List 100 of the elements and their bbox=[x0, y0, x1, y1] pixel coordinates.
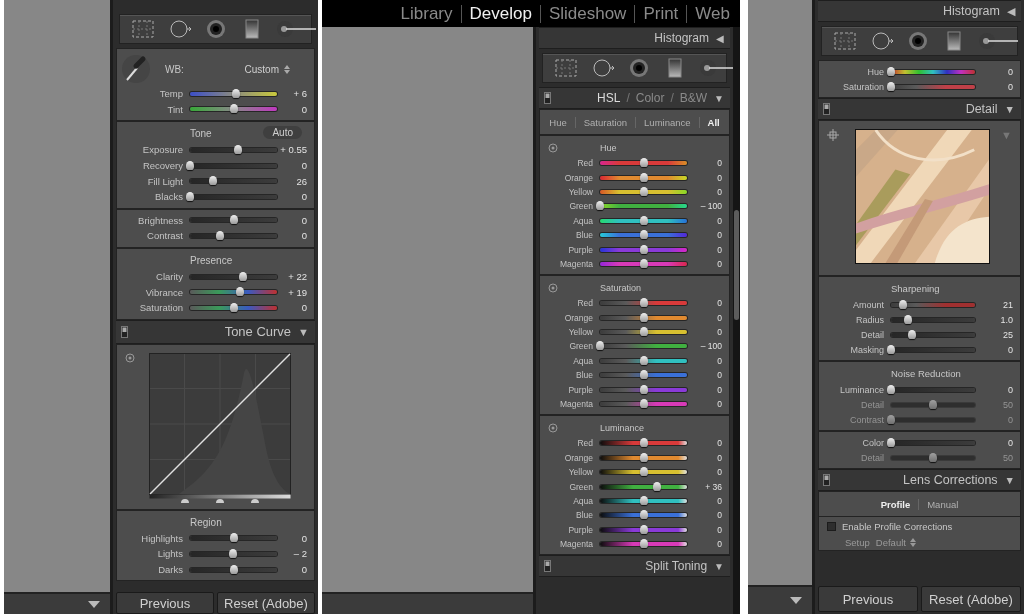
slider-thumb[interactable] bbox=[229, 215, 238, 225]
updown-arrows-icon[interactable] bbox=[284, 64, 290, 74]
slider-thumb[interactable] bbox=[639, 215, 648, 225]
panel-tab[interactable]: Manual bbox=[918, 498, 967, 510]
slider-thumb[interactable] bbox=[229, 104, 238, 114]
slider-thumb[interactable] bbox=[232, 88, 241, 98]
panel-tab[interactable]: B&W bbox=[679, 91, 708, 105]
eye-icon[interactable] bbox=[204, 17, 228, 41]
slider-thumb[interactable] bbox=[596, 341, 604, 351]
slider-thumb[interactable] bbox=[639, 186, 648, 196]
slider-thumb[interactable] bbox=[887, 66, 895, 76]
slider-value: 25 bbox=[1003, 329, 1014, 340]
slider-thumb[interactable] bbox=[903, 314, 912, 324]
tone-curve-drawing[interactable] bbox=[149, 352, 291, 505]
panel-button[interactable]: Reset (Adobe) bbox=[217, 592, 315, 614]
panel-button[interactable]: Reset (Adobe) bbox=[921, 586, 1021, 612]
panel-switch-icon[interactable] bbox=[823, 474, 830, 486]
module-link[interactable]: Slideshow bbox=[539, 4, 635, 23]
slider-thumb[interactable] bbox=[186, 191, 194, 201]
slider-thumb[interactable] bbox=[639, 172, 648, 182]
module-link[interactable]: Web bbox=[686, 4, 738, 23]
panel-tab[interactable]: HSL bbox=[597, 91, 621, 105]
module-link[interactable]: Develop bbox=[460, 4, 540, 23]
slider-thumb[interactable] bbox=[639, 355, 648, 365]
circle-arrow-icon[interactable] bbox=[168, 17, 192, 41]
slider-thumb[interactable] bbox=[639, 467, 648, 477]
eyedropper-icon[interactable] bbox=[121, 54, 151, 84]
slider-thumb[interactable] bbox=[228, 548, 237, 558]
panel-tab[interactable]: Hue bbox=[541, 116, 575, 128]
target-icon[interactable] bbox=[548, 282, 558, 293]
auto-button[interactable]: Auto bbox=[263, 126, 302, 140]
panel-tab[interactable]: Luminance bbox=[635, 116, 699, 128]
target-icon[interactable] bbox=[548, 422, 558, 433]
slider-thumb[interactable] bbox=[233, 145, 242, 154]
slider-thumb[interactable] bbox=[235, 287, 244, 297]
slider-thumb[interactable] bbox=[639, 399, 648, 409]
crosshair-icon[interactable] bbox=[827, 129, 839, 141]
slider-thumb[interactable] bbox=[898, 299, 907, 309]
slider-thumb[interactable] bbox=[887, 384, 895, 394]
collapse-arrow[interactable]: ▼ bbox=[1004, 474, 1015, 486]
slider-thumb[interactable] bbox=[908, 329, 916, 339]
caret-icon[interactable] bbox=[790, 597, 802, 604]
panel-tab[interactable]: All bbox=[698, 116, 728, 128]
slider-thumb[interactable] bbox=[653, 481, 662, 491]
slider-label: Green bbox=[569, 201, 594, 212]
module-link[interactable]: Library bbox=[392, 4, 461, 23]
slider-thumb[interactable] bbox=[208, 176, 217, 186]
slider-thumb[interactable] bbox=[216, 230, 225, 240]
slider-thumb[interactable] bbox=[639, 298, 648, 308]
slider-thumb[interactable] bbox=[239, 271, 248, 281]
circle-arrow-icon[interactable] bbox=[870, 29, 894, 53]
panel-switch-icon[interactable] bbox=[823, 103, 830, 115]
panel-tab[interactable]: Saturation bbox=[574, 116, 636, 128]
eye-icon[interactable] bbox=[627, 56, 651, 80]
panel-button[interactable]: Previous bbox=[818, 586, 918, 612]
slider-thumb[interactable] bbox=[229, 533, 238, 543]
collapse-arrow[interactable]: ◀ bbox=[716, 32, 724, 44]
slider-thumb[interactable] bbox=[596, 201, 604, 211]
slider-thumb[interactable] bbox=[639, 452, 648, 462]
scrollbar-thumb[interactable] bbox=[734, 210, 739, 320]
circle-arrow-icon[interactable] bbox=[591, 56, 615, 80]
checkbox[interactable] bbox=[827, 521, 836, 531]
collapse-arrow[interactable]: ▼ bbox=[714, 560, 724, 572]
slider-value: 0 bbox=[1008, 81, 1014, 92]
slider-thumb[interactable] bbox=[639, 258, 648, 268]
slider-thumb[interactable] bbox=[639, 244, 648, 254]
slider-thumb[interactable] bbox=[639, 384, 648, 394]
slider-thumb[interactable] bbox=[229, 302, 238, 312]
eye-icon[interactable] bbox=[906, 29, 930, 53]
slider-thumb[interactable] bbox=[639, 158, 648, 168]
slider-thumb[interactable] bbox=[639, 370, 648, 380]
slider-thumb[interactable] bbox=[639, 438, 648, 448]
slider-thumb[interactable] bbox=[639, 524, 648, 534]
target-icon[interactable] bbox=[125, 352, 135, 363]
wb-dropdown[interactable]: Custom bbox=[238, 62, 296, 76]
slider-thumb[interactable] bbox=[229, 564, 238, 574]
collapse-arrow[interactable]: ▼ bbox=[714, 92, 724, 104]
panel-switch-icon[interactable] bbox=[121, 325, 128, 338]
panel-switch-icon[interactable] bbox=[544, 560, 551, 573]
slider-thumb[interactable] bbox=[639, 496, 648, 505]
panel-tab[interactable]: Color bbox=[635, 91, 665, 105]
panel-switch-icon[interactable] bbox=[544, 92, 551, 104]
caret-icon[interactable] bbox=[88, 600, 100, 608]
slider-thumb[interactable] bbox=[887, 437, 895, 447]
updown-arrows-icon[interactable] bbox=[909, 538, 916, 547]
collapse-arrow[interactable]: ▼ bbox=[1004, 103, 1015, 115]
slider-thumb[interactable] bbox=[639, 312, 648, 322]
slider-thumb[interactable] bbox=[639, 539, 648, 549]
slider-thumb[interactable] bbox=[887, 81, 895, 91]
collapse-arrow[interactable]: ▼ bbox=[298, 325, 309, 338]
slider-thumb[interactable] bbox=[887, 344, 895, 354]
slider-thumb[interactable] bbox=[639, 510, 648, 520]
module-link[interactable]: Print bbox=[634, 4, 687, 23]
slider-thumb[interactable] bbox=[186, 160, 194, 170]
panel-button[interactable]: Previous bbox=[116, 592, 214, 614]
slider-thumb[interactable] bbox=[639, 327, 648, 337]
panel-tab[interactable]: Profile bbox=[872, 498, 919, 510]
target-icon[interactable] bbox=[548, 142, 558, 153]
collapse-arrow[interactable]: ◀ bbox=[1007, 5, 1015, 17]
slider-thumb[interactable] bbox=[639, 230, 648, 240]
